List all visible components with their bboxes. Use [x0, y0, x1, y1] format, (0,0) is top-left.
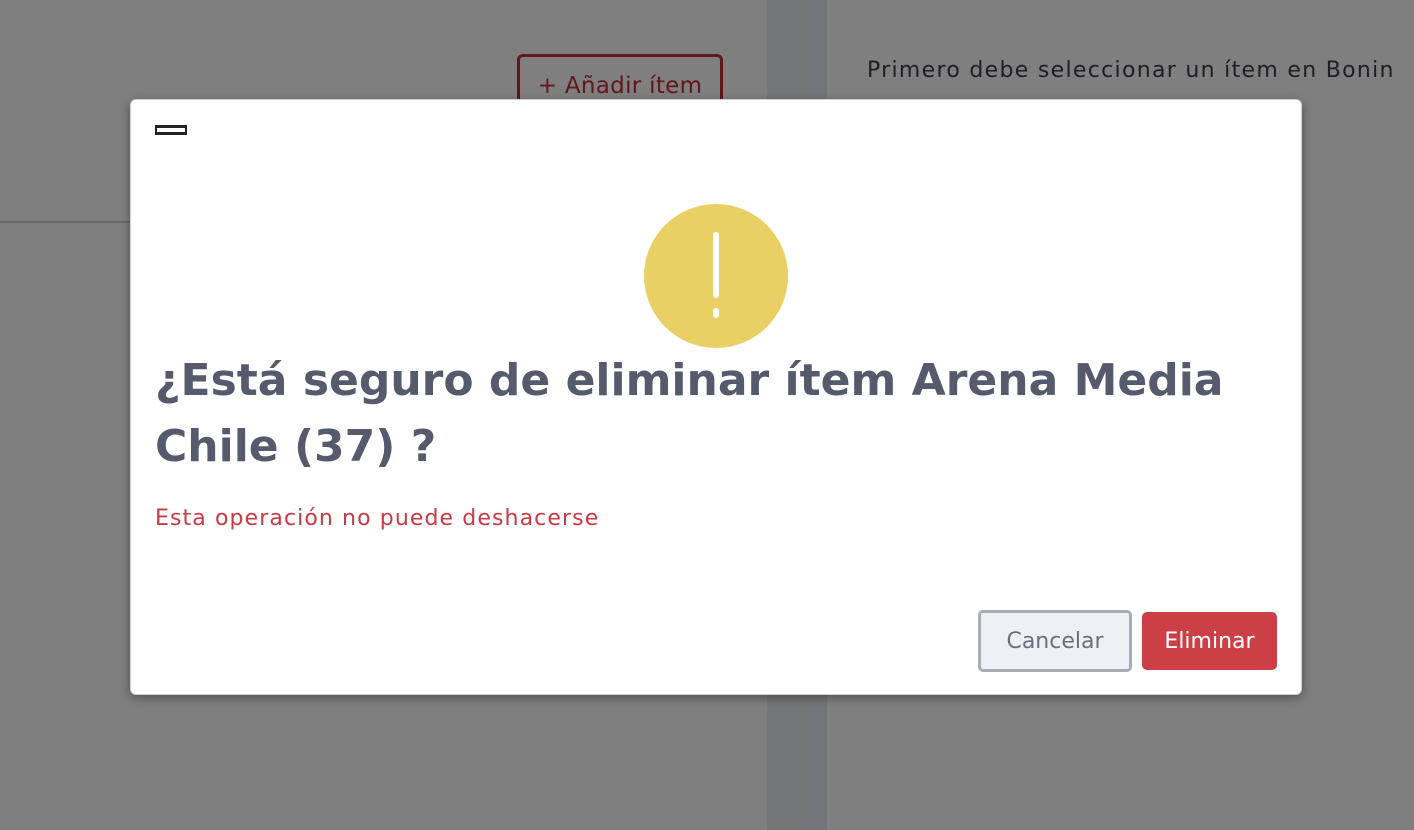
confirm-delete-dialog: ¿Está seguro de eliminar ítem Arena Medi…: [130, 99, 1302, 695]
dialog-warning-text: Esta operación no puede deshacerse: [155, 506, 600, 531]
dialog-title: ¿Está seguro de eliminar ítem Arena Medi…: [155, 355, 1224, 472]
exclamation-icon: [644, 204, 788, 348]
page: + Añadir ítem Primero debe seleccionar u…: [0, 0, 1414, 830]
exclamation-bar: [713, 232, 719, 298]
exclamation-dot: [713, 308, 719, 318]
cancel-button[interactable]: Cancelar: [978, 610, 1132, 672]
drag-handle-icon: [155, 125, 187, 135]
delete-button[interactable]: Eliminar: [1142, 612, 1277, 670]
